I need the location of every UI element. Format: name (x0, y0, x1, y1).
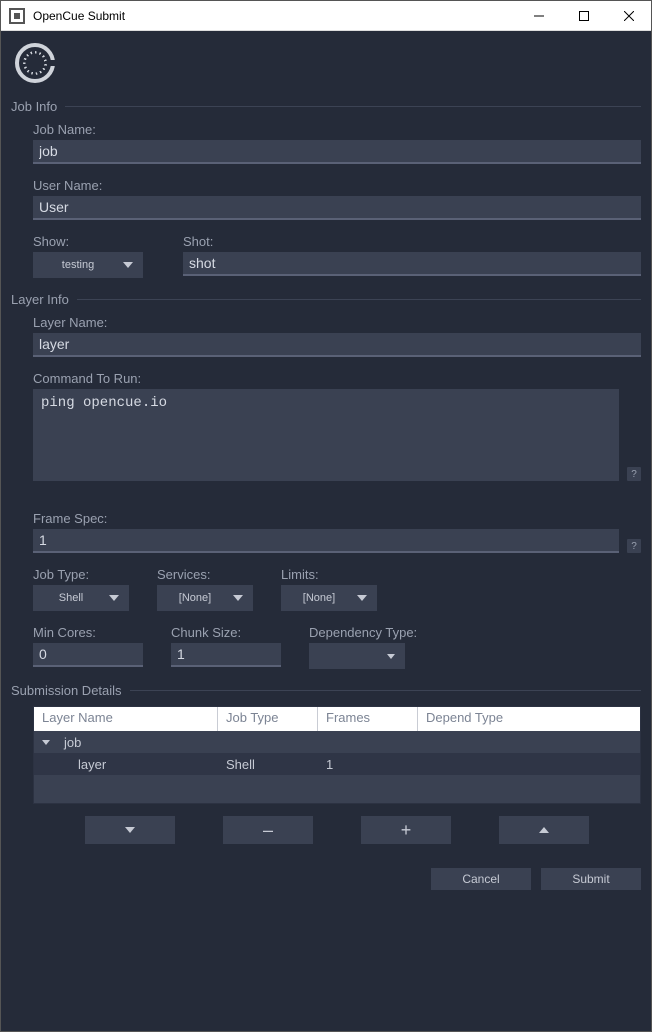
frame-spec-input[interactable] (33, 529, 619, 553)
limits-dropdown[interactable]: [None] (281, 585, 377, 611)
user-name-input[interactable] (33, 196, 641, 220)
services-label: Services: (157, 567, 253, 582)
col-layer-name[interactable]: Layer Name (34, 707, 218, 731)
job-name-label: Job Name: (33, 122, 641, 137)
limits-value: [None] (291, 592, 347, 604)
dependency-type-label: Dependency Type: (309, 625, 417, 640)
show-dropdown[interactable]: testing (33, 252, 143, 278)
table-row[interactable]: job (34, 731, 640, 753)
table-row[interactable]: layer Shell 1 (34, 753, 640, 775)
chevron-down-icon (123, 262, 133, 268)
job-info-group: Job Name: User Name: Show: testing Shot: (11, 122, 641, 292)
divider (77, 299, 641, 300)
min-cores-input[interactable] (33, 643, 143, 667)
app-window: OpenCue Submit Job Info Job Name: User N… (0, 0, 652, 1032)
chevron-down-icon (109, 595, 119, 601)
opencue-logo-icon (15, 43, 55, 83)
show-label: Show: (33, 234, 163, 249)
minimize-icon (534, 11, 544, 21)
col-frames[interactable]: Frames (318, 707, 418, 731)
layer-info-heading: Layer Info (11, 292, 641, 307)
titlebar: OpenCue Submit (1, 1, 651, 31)
command-input[interactable]: ping opencue.io (33, 389, 619, 481)
cell-job-type: Shell (218, 757, 318, 772)
maximize-icon (579, 11, 589, 21)
limits-label: Limits: (281, 567, 377, 582)
command-help-button[interactable]: ? (627, 467, 641, 481)
remove-button[interactable]: – (223, 816, 313, 844)
cell-frames: 1 (318, 757, 418, 772)
job-name-input[interactable] (33, 140, 641, 164)
services-value: [None] (167, 592, 223, 604)
submit-button[interactable]: Submit (541, 868, 641, 890)
layer-name-label: Layer Name: (33, 315, 641, 330)
services-dropdown[interactable]: [None] (157, 585, 253, 611)
submission-heading: Submission Details (11, 683, 641, 698)
chunk-size-label: Chunk Size: (171, 625, 281, 640)
submission-heading-text: Submission Details (11, 683, 122, 698)
layer-info-group: Layer Name: Command To Run: ping opencue… (11, 315, 641, 683)
row-actions: – + (33, 816, 641, 844)
frame-spec-label: Frame Spec: (33, 511, 641, 526)
maximize-button[interactable] (561, 1, 606, 30)
show-value: testing (43, 259, 113, 271)
job-info-heading-text: Job Info (11, 99, 57, 114)
min-cores-label: Min Cores: (33, 625, 143, 640)
layers-table[interactable]: Layer Name Job Type Frames Depend Type j… (33, 706, 641, 804)
job-type-label: Job Type: (33, 567, 129, 582)
cancel-button[interactable]: Cancel (431, 868, 531, 890)
plus-icon: + (401, 820, 412, 841)
shot-input[interactable] (183, 252, 641, 276)
divider (65, 106, 641, 107)
cell-job-name: job (56, 735, 216, 750)
table-header: Layer Name Job Type Frames Depend Type (34, 707, 640, 731)
command-label: Command To Run: (33, 371, 641, 386)
submission-group: Layer Name Job Type Frames Depend Type j… (11, 706, 641, 890)
footer-buttons: Cancel Submit (33, 868, 641, 890)
shot-label: Shot: (183, 234, 641, 249)
close-icon (624, 11, 634, 21)
logo-row (11, 39, 641, 99)
chevron-down-icon (357, 595, 367, 601)
cell-layer-name: layer (70, 757, 218, 772)
triangle-up-icon (539, 827, 549, 833)
frame-spec-help-button[interactable]: ? (627, 539, 641, 553)
minus-icon: – (263, 820, 273, 841)
expand-icon[interactable] (42, 740, 50, 745)
triangle-down-icon (125, 827, 135, 833)
window-title: OpenCue Submit (33, 9, 516, 23)
chunk-size-input[interactable] (171, 643, 281, 667)
move-up-button[interactable] (499, 816, 589, 844)
layer-info-heading-text: Layer Info (11, 292, 69, 307)
minimize-button[interactable] (516, 1, 561, 30)
job-type-value: Shell (43, 592, 99, 604)
job-type-dropdown[interactable]: Shell (33, 585, 129, 611)
chevron-down-icon (233, 595, 243, 601)
dependency-type-dropdown[interactable] (309, 643, 405, 669)
user-name-label: User Name: (33, 178, 641, 193)
app-icon (9, 8, 25, 24)
move-down-button[interactable] (85, 816, 175, 844)
divider (130, 690, 641, 691)
col-depend[interactable]: Depend Type (418, 707, 640, 731)
job-info-heading: Job Info (11, 99, 641, 114)
add-button[interactable]: + (361, 816, 451, 844)
chevron-down-icon (387, 654, 395, 659)
col-job-type[interactable]: Job Type (218, 707, 318, 731)
form-body: Job Info Job Name: User Name: Show: test… (1, 31, 651, 1031)
layer-name-input[interactable] (33, 333, 641, 357)
close-button[interactable] (606, 1, 651, 30)
